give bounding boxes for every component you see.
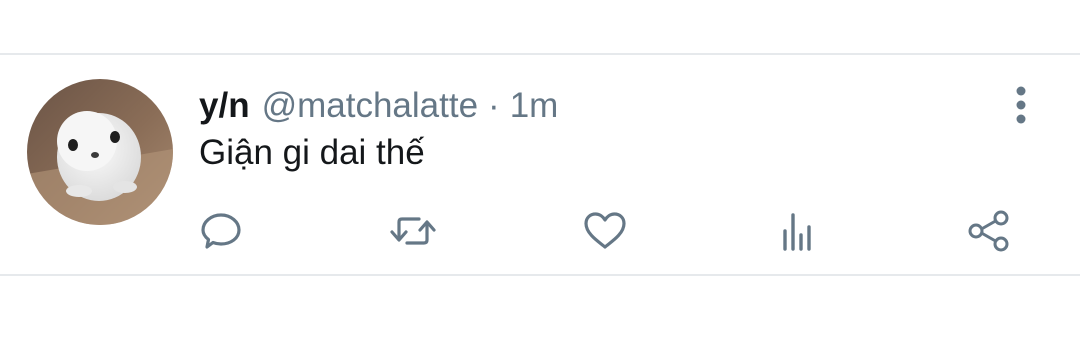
stats-icon (783, 213, 811, 251)
reply-button[interactable] (194, 206, 248, 256)
tweet-header: y/n @matchalatte · 1m (199, 84, 558, 128)
dot-separator: · (488, 86, 500, 125)
share-icon (968, 210, 1009, 252)
top-divider (0, 53, 1080, 55)
more-options-button[interactable] (1004, 84, 1038, 126)
more-vertical-icon (1016, 86, 1026, 124)
user-handle[interactable]: @matchalatte (262, 84, 478, 128)
analytics-button[interactable] (770, 206, 824, 256)
retweet-icon (390, 217, 436, 245)
share-button[interactable] (962, 206, 1016, 256)
tweet-screen: y/n @matchalatte · 1m Giận gi dai thế (0, 0, 1080, 342)
like-button[interactable] (578, 206, 632, 256)
reply-icon (201, 213, 241, 249)
timestamp[interactable]: 1m (510, 84, 559, 128)
seal-plush-image (27, 79, 173, 225)
retweet-button[interactable] (386, 206, 440, 256)
tweet-text: Giận gi dai thế (199, 133, 425, 172)
like-icon (584, 212, 626, 249)
bottom-divider (0, 274, 1080, 276)
display-name[interactable]: y/n (199, 84, 250, 128)
avatar[interactable] (27, 79, 173, 225)
